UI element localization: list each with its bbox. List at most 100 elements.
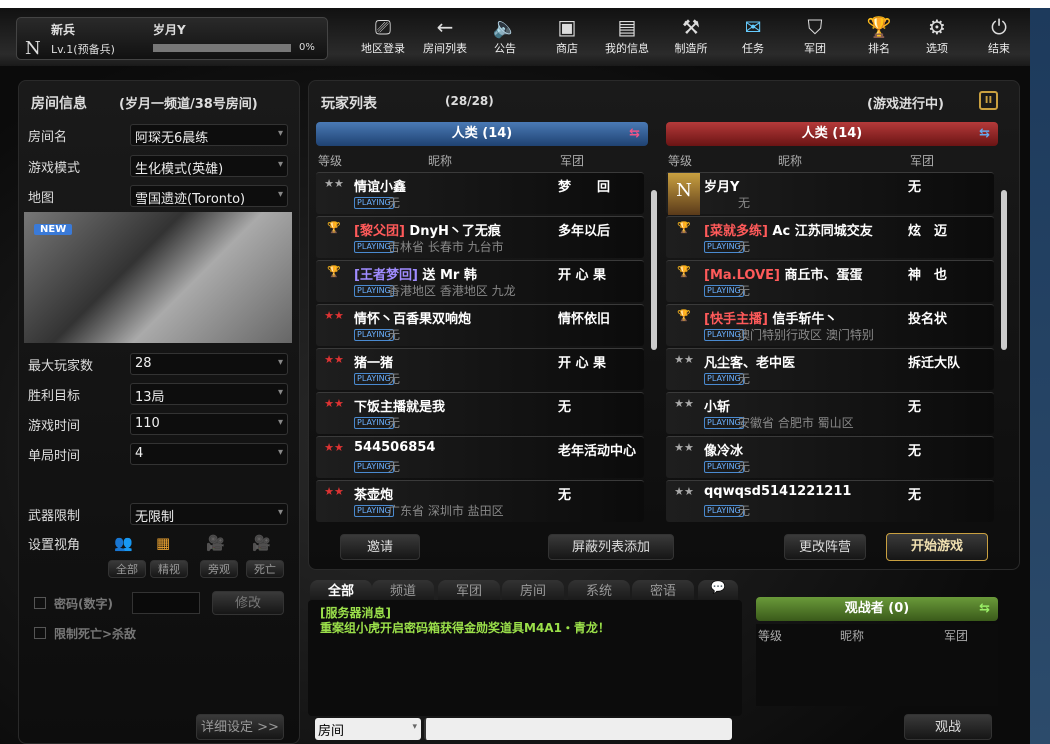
player-nickname: 商丘市、蛋蛋: [784, 268, 863, 283]
start-game-button[interactable]: 开始游戏: [886, 533, 988, 561]
password-input[interactable]: [132, 592, 200, 614]
column-1: 昵称: [778, 154, 803, 168]
player-row[interactable]: ★★ 茶壶炮无 PLAYING 广东省 深圳市 盐田区: [316, 480, 644, 522]
view-icon-2[interactable]: 🎥: [206, 534, 225, 552]
nav-shop[interactable]: ▣ 商店: [536, 14, 598, 56]
view-icon-3[interactable]: 🎥: [252, 534, 271, 552]
player-clan: 开 心 果: [558, 356, 607, 371]
nav-back-arrow[interactable]: ← 房间列表: [414, 14, 476, 56]
player-nickname: 信手斩牛丶: [772, 312, 838, 327]
chat-tab-1[interactable]: 频道: [372, 580, 434, 600]
player-clan: 无: [908, 180, 922, 195]
chat-tab-0[interactable]: 全部: [310, 580, 372, 600]
player-clan: 拆迁大队: [908, 356, 961, 371]
nav-power[interactable]: ⏻ 结束: [968, 14, 1030, 56]
player-row[interactable]: ★★ 情谊小鑫梦 回 PLAYING 无: [316, 172, 644, 214]
left-scrollbar[interactable]: [651, 190, 657, 350]
field-0-select[interactable]: 阿琛无6晨练: [130, 124, 288, 146]
invite-button[interactable]: 邀请: [340, 534, 420, 560]
spectator-header: 观战者 (0) ⇆: [756, 597, 998, 621]
field-value: 无限制: [135, 510, 175, 525]
player-row[interactable]: 🏆 [菜就多练] Ac 江苏同城交友炫 迈 PLAYING 无: [666, 216, 994, 258]
trophy-icon: 🏆: [677, 309, 691, 322]
pause-icon[interactable]: II: [979, 91, 998, 110]
player-name: 猪一猪: [354, 352, 393, 371]
block-list-button[interactable]: 屏蔽列表添加: [548, 534, 674, 560]
field-1-select[interactable]: 生化模式(英雄): [130, 155, 288, 177]
nav-speaker[interactable]: 🔈 公告: [474, 14, 536, 56]
field-5-select[interactable]: 110: [130, 413, 288, 435]
swap-team-icon[interactable]: ⇆: [629, 122, 640, 146]
player-location: 无: [738, 240, 751, 254]
player-row[interactable]: 🏆 [快手主播] 信手斩牛丶 投名状 PLAYING 澳门特别行政区 澳门特别: [666, 304, 994, 346]
chat-channel-value: 房间: [318, 724, 345, 739]
view-button[interactable]: 全部: [108, 560, 146, 578]
player-clan: 情怀依旧: [558, 312, 611, 327]
rank-stars-icon: ★★: [324, 177, 344, 190]
player-row[interactable]: ★★ qqwqsd5141221211 无 PLAYING 无: [666, 480, 994, 522]
field-2-select[interactable]: 雪国遗迹(Toronto): [130, 185, 288, 207]
change-team-button[interactable]: 更改阵营: [784, 534, 866, 560]
right-scrollbar[interactable]: [1001, 190, 1007, 350]
chat-tab-5[interactable]: 密语: [632, 580, 694, 600]
view-button[interactable]: 旁观: [200, 560, 238, 578]
view-button[interactable]: 死亡: [246, 560, 284, 578]
player-row[interactable]: ★★ 544506854 老年活动中心 PLAYING 无: [316, 436, 644, 478]
swap-team-icon[interactable]: ⇆: [979, 122, 990, 146]
player-row[interactable]: ★★ 情怀丶百香果双响炮 情怀依旧 PLAYING 无: [316, 304, 644, 346]
field-3-select[interactable]: 28: [130, 353, 288, 375]
player-row[interactable]: ★★ 下饭主播就是我无 PLAYING 无: [316, 392, 644, 434]
nav-scroll[interactable]: ✉ 任务: [722, 14, 784, 56]
player-row[interactable]: N 岁月Y 无无: [666, 172, 994, 215]
column-header: 等级 昵称 军团: [666, 150, 998, 170]
nav-gear[interactable]: ⚙ 选项: [906, 14, 968, 56]
player-row[interactable]: ★★ 小斩无 PLAYING 安徽省 合肥市 蜀山区: [666, 392, 994, 434]
column-0: 等级: [668, 154, 693, 168]
detail-settings-button[interactable]: 详细设定 >>: [196, 714, 284, 740]
player-row[interactable]: ★★ 凡尘客、老中医 拆迁大队 PLAYING 无: [666, 348, 994, 390]
field-7-select[interactable]: 无限制: [130, 503, 288, 525]
player-name: [王者梦回] 送 Mr 韩: [354, 264, 477, 283]
nav-region-login[interactable]: ⎚ 地区登录: [352, 14, 414, 56]
chat-tab-2[interactable]: 军团: [438, 580, 500, 600]
chat-input[interactable]: [424, 718, 732, 740]
chat-tab-4[interactable]: 系统: [568, 580, 630, 600]
room-channel: (岁月一频道/38号房间): [119, 97, 258, 112]
modify-button[interactable]: 修改: [212, 591, 284, 615]
view-icon-1[interactable]: ▦: [156, 534, 170, 552]
nav-hammer[interactable]: ⚒ 制造所: [660, 14, 722, 56]
player-name: [Ma.LOVE] 商丘市、蛋蛋: [704, 264, 863, 283]
field-4-select[interactable]: 13局: [130, 383, 288, 405]
view-button[interactable]: 精视: [150, 560, 188, 578]
password-checkbox[interactable]: [34, 597, 46, 609]
player-row[interactable]: 🏆 [王者梦回] 送 Mr 韩开 心 果 PLAYING 香港地区 香港地区 九龙: [316, 260, 644, 302]
spectate-button[interactable]: 观战: [904, 714, 992, 740]
trophy-icon: 🏆: [677, 265, 691, 278]
nav-shield[interactable]: ⛉ 军团: [784, 14, 846, 56]
swap-team-icon[interactable]: ⇆: [979, 597, 990, 621]
view-icon-0[interactable]: 👥: [114, 534, 133, 552]
field-6-select[interactable]: 4: [130, 443, 288, 465]
chat-channel-select[interactable]: 房间 ▾: [315, 718, 421, 740]
chat-tab-3[interactable]: 房间: [502, 580, 564, 600]
level: Lv.1(预备兵): [51, 43, 115, 56]
chat-bubble-icon[interactable]: 💬: [698, 580, 738, 600]
rank-stars-icon: ★★: [674, 353, 694, 366]
field-label: 最大玩家数: [28, 359, 94, 374]
player-row[interactable]: 🏆 [Ma.LOVE] 商丘市、蛋蛋神 也 PLAYING 无: [666, 260, 994, 302]
scroll-icon: ✉: [744, 15, 762, 39]
limit-death-checkbox[interactable]: [34, 627, 46, 639]
player-row[interactable]: 🏆 [黎父团] DnyH丶了无痕 多年以后 PLAYING 吉林省 长春市 九台市: [316, 216, 644, 258]
rank-stars-icon: ★★: [324, 309, 344, 322]
player-row[interactable]: ★★ 猪一猪开 心 果 PLAYING 无: [316, 348, 644, 390]
nav-id-card[interactable]: ▤ 我的信息: [596, 14, 658, 56]
player-name: 情怀丶百香果双响炮: [354, 308, 471, 327]
column-2: 军团: [560, 154, 585, 168]
field-label: 武器限制: [28, 509, 81, 524]
nav-trophy[interactable]: 🏆 排名: [848, 14, 910, 56]
player-location: 无: [388, 416, 401, 430]
player-clan: 无: [908, 444, 922, 459]
field-value: 雪国遗迹(Toronto): [135, 192, 246, 207]
window-titlebar: [0, 0, 1050, 8]
player-row[interactable]: ★★ 像冷冰无 PLAYING 无: [666, 436, 994, 478]
